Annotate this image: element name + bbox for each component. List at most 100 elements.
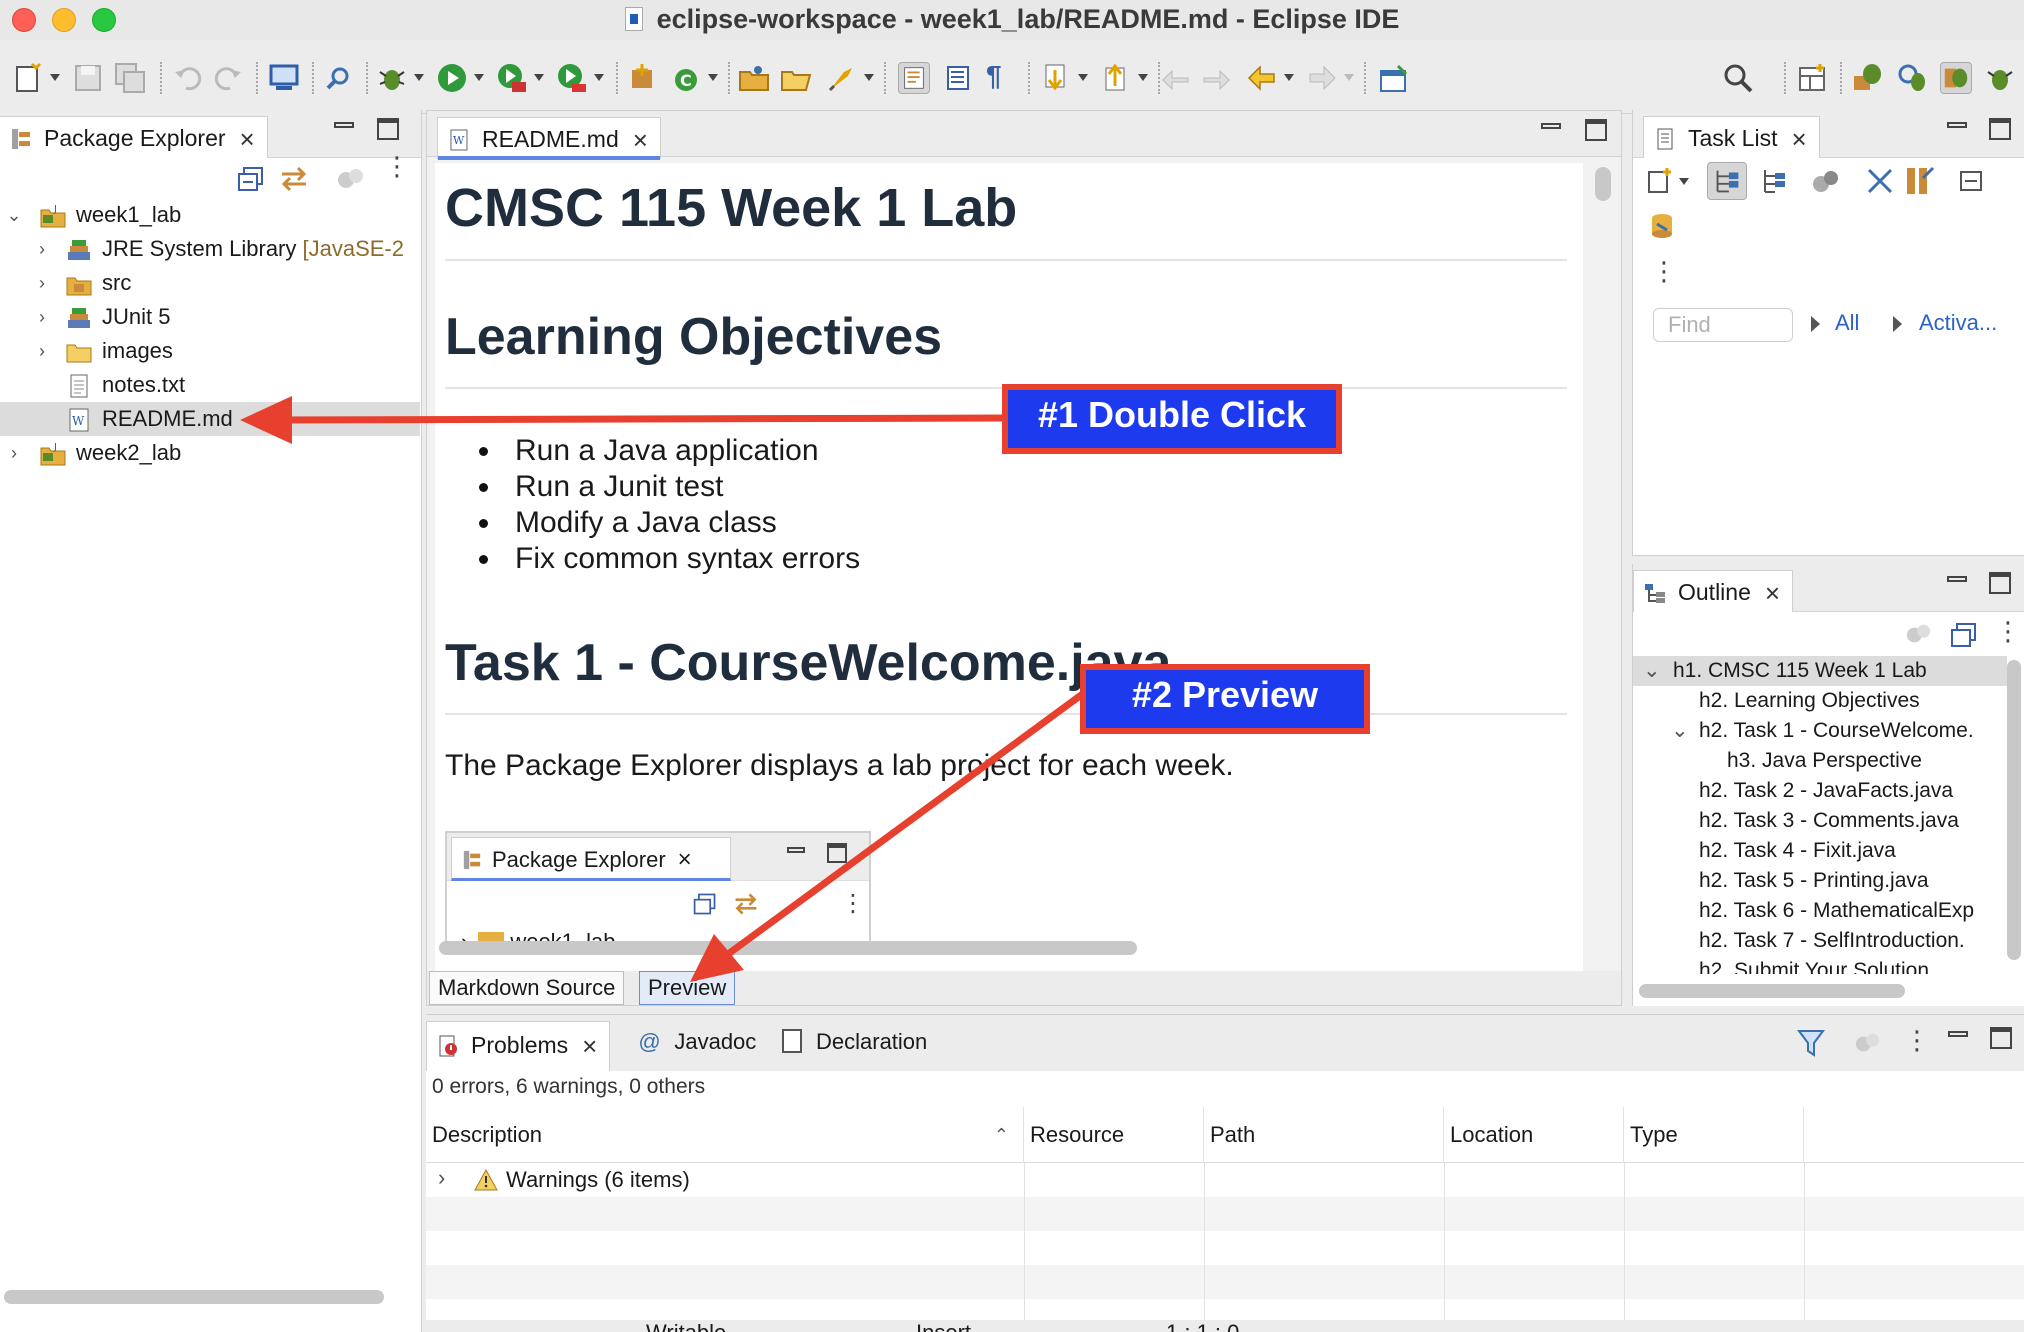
- outline-item-h2[interactable]: h2. Submit Your Solution: [1699, 956, 1929, 974]
- debug-perspective-icon[interactable]: [1896, 62, 1928, 94]
- hide-tasks-icon[interactable]: [1903, 164, 1937, 196]
- collapse-all-icon[interactable]: [1949, 620, 1979, 650]
- outline-item-h2[interactable]: h2. Task 3 - Comments.java: [1699, 806, 1959, 836]
- outline-item-h2[interactable]: h2. Task 7 - SelfIntroduction.: [1699, 926, 1965, 956]
- java-perspective-icon[interactable]: [1852, 62, 1884, 94]
- redo-icon[interactable]: [212, 62, 244, 94]
- chevron-down-icon[interactable]: ⌄: [6, 198, 22, 232]
- show-whitespace-icon[interactable]: ¶: [986, 60, 1002, 92]
- tab-problems[interactable]: Problems ×: [426, 1021, 611, 1071]
- next-annotation-dropdown-icon[interactable]: [1078, 74, 1088, 81]
- close-icon[interactable]: ×: [633, 127, 648, 153]
- focus-icon[interactable]: [1854, 1031, 1882, 1057]
- save-all-icon[interactable]: [114, 62, 146, 94]
- open-perspective-icon[interactable]: [1796, 62, 1828, 94]
- chevron-right-icon[interactable]: ›: [6, 436, 22, 470]
- column-header-type[interactable]: Type: [1624, 1107, 1804, 1163]
- chevron-right-icon[interactable]: ›: [34, 334, 50, 368]
- column-header-path[interactable]: Path: [1204, 1107, 1444, 1163]
- run-dropdown-icon[interactable]: [474, 74, 484, 81]
- minimize-view-button[interactable]: [1947, 576, 1967, 582]
- collapse-all-icon[interactable]: [236, 164, 266, 194]
- coverage-dropdown-icon[interactable]: [534, 74, 544, 81]
- new-task-dropdown-icon[interactable]: [1679, 178, 1689, 185]
- minimize-editor-button[interactable]: [1541, 123, 1561, 129]
- debug-dropdown-icon[interactable]: [414, 74, 424, 81]
- tree-item-src[interactable]: › src: [0, 266, 420, 300]
- tab-javadoc[interactable]: @ Javadoc: [638, 1029, 756, 1055]
- open-task-dropdown-icon[interactable]: [864, 74, 874, 81]
- chevron-right-icon[interactable]: ›: [34, 300, 50, 334]
- back-dropdown-icon[interactable]: [1284, 74, 1294, 81]
- outline-item-h1[interactable]: ⌄ h1. CMSC 115 Week 1 Lab: [1633, 656, 2007, 686]
- last-edit-location-icon[interactable]: [1160, 62, 1192, 94]
- coverage-icon[interactable]: [496, 62, 528, 94]
- maximize-view-button[interactable]: [377, 118, 399, 140]
- maximize-view-button[interactable]: [1989, 118, 2011, 140]
- tab-preview[interactable]: Preview: [639, 971, 736, 1005]
- view-menu-icon[interactable]: ⋮: [1651, 256, 1677, 287]
- new-java-class-icon[interactable]: C: [670, 62, 702, 94]
- outline-item-h2[interactable]: h2. Task 2 - JavaFacts.java: [1699, 776, 1953, 806]
- external-tools-dropdown-icon[interactable]: [594, 74, 604, 81]
- tree-item-week1-lab[interactable]: ⌄ J week1_lab: [0, 198, 420, 232]
- tree-item-readme-md[interactable]: W README.md: [0, 402, 420, 436]
- previous-annotation-icon[interactable]: [1100, 62, 1132, 94]
- horizontal-scrollbar[interactable]: [439, 941, 1137, 955]
- previous-annotation-dropdown-icon[interactable]: [1138, 74, 1148, 81]
- vertical-scrollbar[interactable]: [1595, 167, 1611, 201]
- outline-item-h2[interactable]: h2. Task 6 - MathematicalExp: [1699, 896, 1974, 926]
- last-edit-forward-icon[interactable]: [1200, 62, 1232, 94]
- column-header-description[interactable]: Description ⌃: [426, 1107, 1024, 1163]
- tree-item-week2-lab[interactable]: › J week2_lab: [0, 436, 420, 470]
- all-link[interactable]: All: [1835, 310, 1859, 336]
- search-icon[interactable]: [1722, 62, 1754, 94]
- tab-task-list[interactable]: Task List ×: [1643, 116, 1820, 158]
- forward-icon[interactable]: [1306, 62, 1338, 94]
- outline-item-h2[interactable]: h2. Task 4 - Fixit.java: [1699, 836, 1896, 866]
- maximize-editor-button[interactable]: [1585, 119, 1607, 141]
- find-input[interactable]: Find: [1653, 308, 1793, 342]
- chevron-down-icon[interactable]: ⌄: [1643, 656, 1661, 686]
- outline-item-h3[interactable]: h3. Java Perspective: [1727, 746, 1922, 776]
- categorized-icon[interactable]: [1707, 162, 1747, 200]
- console-icon[interactable]: [268, 62, 300, 94]
- scheduled-icon[interactable]: [1759, 166, 1789, 196]
- vertical-scrollbar[interactable]: [2007, 660, 2021, 960]
- task-repositories-icon[interactable]: [1647, 210, 1677, 240]
- table-row[interactable]: › Warnings (6 items): [426, 1163, 2024, 1197]
- pin-editor-icon[interactable]: [1378, 62, 1410, 94]
- tree-item-junit5[interactable]: › JUnit 5: [0, 300, 420, 334]
- toggle-block-selection-icon[interactable]: [942, 62, 974, 94]
- minimize-view-button[interactable]: [334, 122, 354, 128]
- forward-dropdown-icon[interactable]: [1344, 74, 1354, 81]
- tab-outline[interactable]: Outline ×: [1633, 570, 1794, 612]
- outline-item-h2[interactable]: h2. Learning Objectives: [1699, 686, 1920, 716]
- tab-readme-md[interactable]: W README.md ×: [437, 117, 661, 160]
- tree-item-images[interactable]: › images: [0, 334, 420, 368]
- tab-markdown-source[interactable]: Markdown Source: [429, 971, 625, 1005]
- chevron-right-icon[interactable]: ›: [34, 232, 50, 266]
- open-type-icon[interactable]: [738, 62, 770, 94]
- view-menu-icon[interactable]: ⋮: [1904, 1025, 1930, 1056]
- open-task-icon[interactable]: [826, 62, 858, 94]
- maximize-view-button[interactable]: [1989, 572, 2011, 594]
- minimize-view-button[interactable]: [1947, 122, 1967, 128]
- markdown-preview[interactable]: CMSC 115 Week 1 Lab Learning Objectives …: [435, 163, 1583, 973]
- focus-on-workweek-icon[interactable]: [1811, 168, 1841, 196]
- focus-on-active-task-icon[interactable]: [336, 166, 366, 194]
- close-icon[interactable]: ×: [240, 126, 255, 152]
- outline-item-h2[interactable]: h2. Task 5 - Printing.java: [1699, 866, 1929, 896]
- view-menu-icon[interactable]: ⋮: [1995, 616, 2021, 647]
- activate-link[interactable]: Activa...: [1919, 310, 1997, 336]
- tree-item-notes-txt[interactable]: notes.txt: [0, 368, 420, 402]
- search-references-icon[interactable]: [322, 62, 354, 94]
- chevron-right-icon[interactable]: ›: [34, 266, 50, 300]
- horizontal-scrollbar[interactable]: [4, 1290, 384, 1304]
- chevron-right-icon[interactable]: ›: [438, 1165, 445, 1191]
- tab-package-explorer[interactable]: Package Explorer ×: [0, 116, 268, 158]
- debug-view-icon[interactable]: [1984, 62, 2016, 94]
- column-header-resource[interactable]: Resource: [1024, 1107, 1204, 1163]
- maximize-view-button[interactable]: [1990, 1027, 2012, 1049]
- new-class-dropdown-icon[interactable]: [708, 74, 718, 81]
